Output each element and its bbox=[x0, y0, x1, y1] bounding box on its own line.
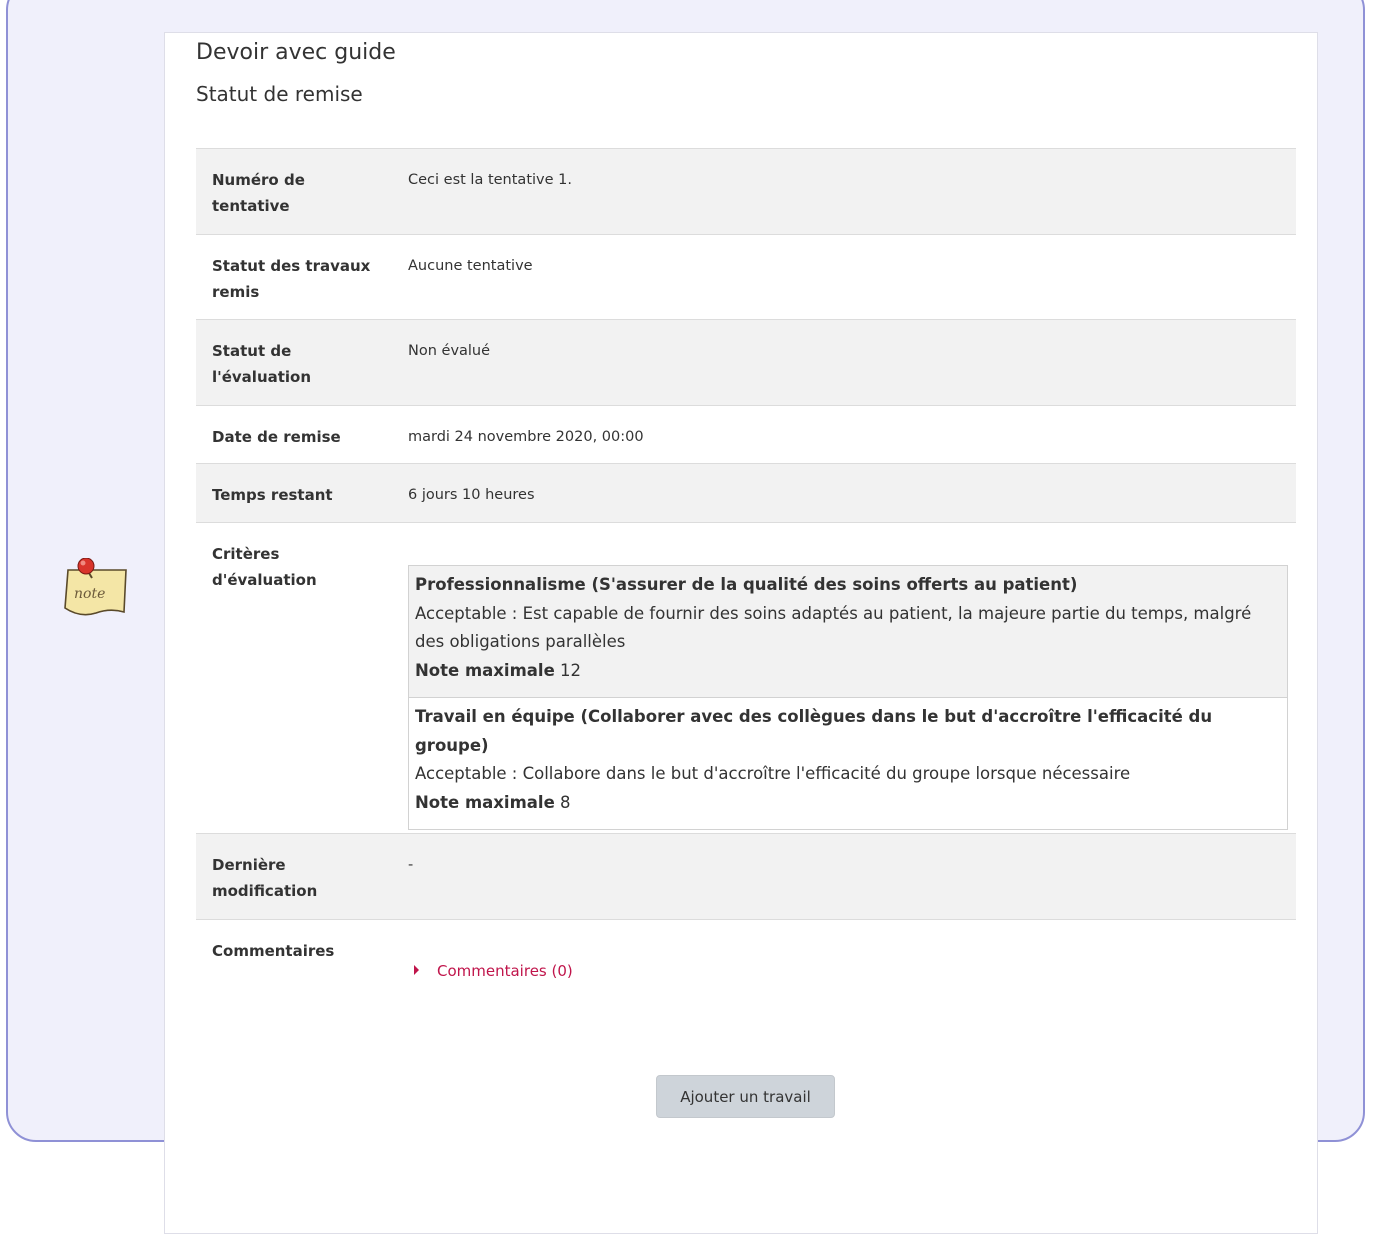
page-title: Devoir avec guide bbox=[196, 40, 396, 65]
add-submission-button[interactable]: Ajouter un travail bbox=[656, 1075, 835, 1118]
note-icon: note bbox=[64, 558, 127, 616]
note-icon-text: note bbox=[74, 586, 105, 602]
row-label: Commentaires bbox=[212, 942, 335, 960]
criterion-level: Acceptable : Est capable de fournir des … bbox=[415, 603, 1252, 652]
row-value: Ceci est la tentative 1. bbox=[392, 148, 1296, 235]
rubric-criterion: Travail en équipe (Collaborer avec des c… bbox=[409, 698, 1287, 829]
row-label: Date de remise bbox=[212, 428, 341, 446]
row-label: Statut des travaux remis bbox=[212, 257, 371, 301]
row-label: Temps restant bbox=[196, 463, 392, 523]
row-label: Numéro de tentative bbox=[196, 148, 392, 235]
row-label: Dernière modification bbox=[196, 833, 392, 920]
comments-link-text: Commentaires (0) bbox=[437, 962, 573, 980]
row-last-modified: Dernière modification - bbox=[196, 833, 1296, 920]
row-label: Critères d'évaluation bbox=[212, 545, 317, 589]
criterion-max: Note maximale 12 bbox=[415, 657, 1281, 686]
max-score-value: 8 bbox=[560, 792, 571, 812]
submission-status-table: Numéro de tentative Ceci est la tentativ… bbox=[196, 148, 1296, 1040]
rubric-box: Professionnalisme (S'assurer de la quali… bbox=[408, 565, 1288, 830]
row-value: mardi 24 novembre 2020, 00:00 bbox=[408, 429, 644, 445]
criterion-level: Acceptable : Collabore dans le but d'acc… bbox=[415, 764, 1131, 783]
row-value: - bbox=[392, 833, 1296, 920]
rubric-criterion: Professionnalisme (S'assurer de la quali… bbox=[409, 566, 1287, 698]
row-comments: Commentaires Commentaires (0) bbox=[196, 919, 1296, 1040]
criterion-title: Travail en équipe (Collaborer avec des c… bbox=[415, 707, 1213, 755]
row-submission-status: Statut des travaux remis Aucune tentativ… bbox=[196, 234, 1296, 320]
caret-right-icon bbox=[414, 965, 419, 975]
page-subtitle: Statut de remise bbox=[196, 82, 363, 106]
max-score-value: 12 bbox=[560, 660, 582, 680]
row-grading-status: Statut de l'évaluation Non évalué bbox=[196, 319, 1296, 406]
row-due-date: Date de remise mardi 24 novembre 2020, 0… bbox=[196, 405, 1296, 464]
row-value: Aucune tentative bbox=[408, 258, 533, 274]
max-score-label: Note maximale bbox=[415, 660, 555, 680]
criterion-title: Professionnalisme (S'assurer de la quali… bbox=[415, 575, 1078, 594]
max-score-label: Note maximale bbox=[415, 792, 555, 812]
comments-toggle-link[interactable]: Commentaires (0) bbox=[408, 958, 573, 984]
row-value: 6 jours 10 heures bbox=[392, 463, 1296, 523]
row-criteria: Critères d'évaluation Professionnalisme … bbox=[196, 522, 1296, 834]
row-value: Professionnalisme (S'assurer de la quali… bbox=[392, 523, 1296, 834]
row-attempt: Numéro de tentative Ceci est la tentativ… bbox=[196, 148, 1296, 235]
row-value: Commentaires (0) bbox=[392, 920, 1296, 1040]
row-time-remaining: Temps restant 6 jours 10 heures bbox=[196, 463, 1296, 523]
row-value: Non évalué bbox=[392, 319, 1296, 406]
row-label: Statut de l'évaluation bbox=[196, 319, 392, 406]
criterion-max: Note maximale 8 bbox=[415, 789, 1281, 818]
